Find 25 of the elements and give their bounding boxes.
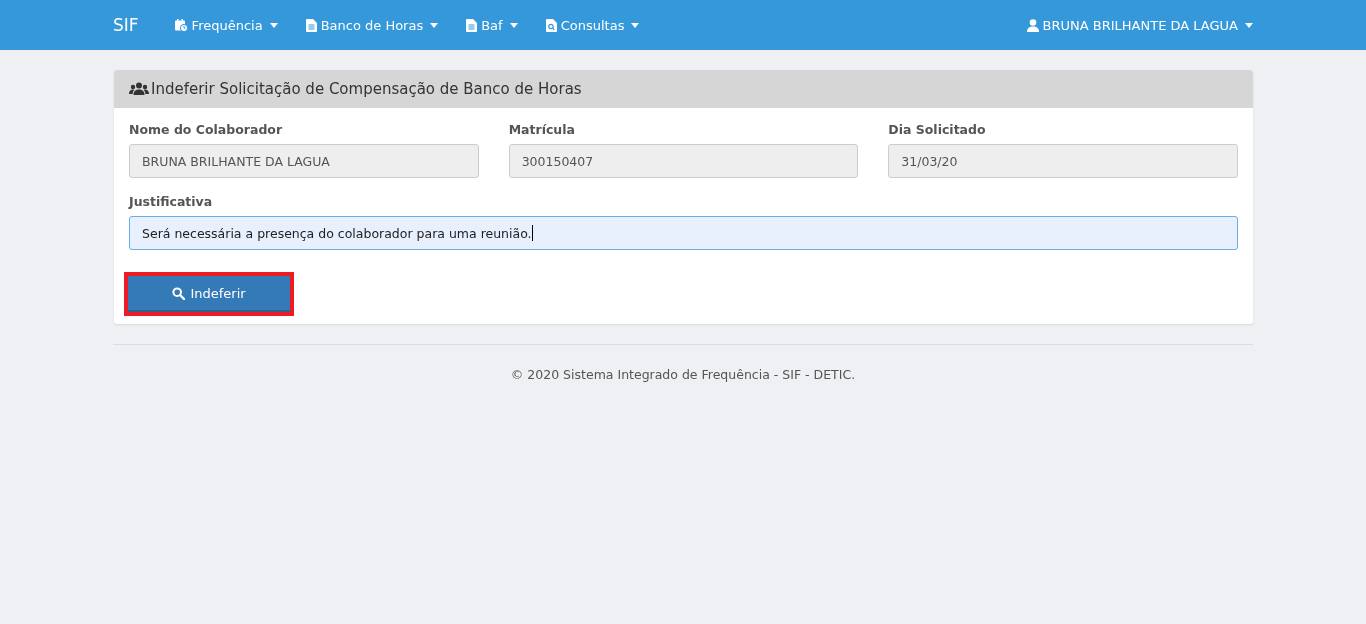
field-label: Dia Solicitado bbox=[888, 122, 987, 137]
caret-icon bbox=[1245, 22, 1253, 28]
field-label: Nome do Colaborador bbox=[129, 122, 284, 137]
caret-icon bbox=[269, 22, 278, 28]
nav-menu[interactable]: Baf bbox=[452, 17, 532, 33]
footer-text: © 2020 Sistema Integrado de Frequência - SIF - DETIC. bbox=[510, 367, 856, 382]
brand-link[interactable]: SIF bbox=[113, 15, 139, 35]
document-search-icon bbox=[545, 18, 557, 32]
field-label: Justificativa bbox=[129, 194, 214, 209]
caret-icon bbox=[509, 22, 518, 28]
nav-menu[interactable]: Consultas bbox=[531, 17, 654, 33]
nav-menu[interactable]: Frequência bbox=[160, 17, 292, 33]
user-icon bbox=[1026, 18, 1039, 32]
users-icon bbox=[129, 82, 149, 96]
justification-field[interactable]: Será necessária a presença do colaborador para uma reunião. bbox=[129, 216, 1238, 250]
user-menu[interactable]: BRUNA BRILHANTE DA LAGUA bbox=[1026, 17, 1253, 33]
search-icon bbox=[172, 286, 186, 300]
document-icon bbox=[305, 18, 317, 32]
field-label: Matrícula bbox=[508, 122, 576, 137]
caret-icon bbox=[631, 22, 640, 28]
caret-icon bbox=[430, 22, 439, 28]
nav-menu[interactable]: Banco de Horas bbox=[291, 17, 453, 33]
document-icon bbox=[466, 18, 478, 32]
calendar-clock-icon bbox=[174, 18, 188, 32]
panel-title: Indeferir Solicitação de Compensação de Banco de Horas bbox=[151, 80, 582, 98]
